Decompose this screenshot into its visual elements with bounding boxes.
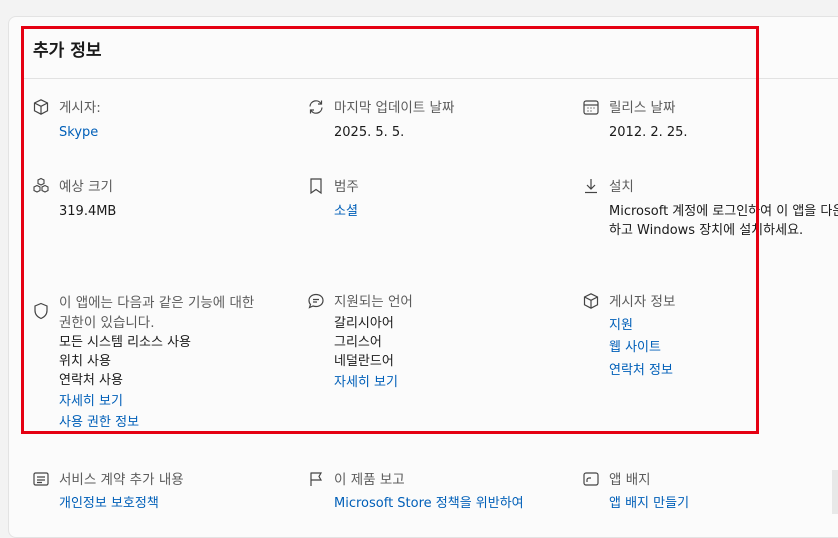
publisher-info-label: 게시자 정보: [609, 294, 676, 310]
permission-value-3: 연락처 사용: [59, 373, 123, 388]
permission-value-2: 위치 사용: [59, 354, 111, 369]
section-title: 추가 정보: [33, 41, 102, 61]
permission-value-1: 모든 시스템 리소스 사용: [59, 335, 191, 350]
release-value: 2012. 2. 25.: [609, 125, 688, 140]
divider: [24, 78, 838, 79]
publisher-label: 게시자:: [59, 100, 101, 116]
permissions-more-link[interactable]: 자세히 보기: [59, 392, 123, 411]
support-link[interactable]: 지원: [609, 316, 633, 335]
flag-icon: [307, 470, 325, 488]
last-update-label: 마지막 업데이트 날짜: [334, 100, 455, 116]
privacy-policy-link[interactable]: 개인정보 보호정책: [59, 494, 159, 513]
website-link[interactable]: 웹 사이트: [609, 338, 661, 357]
additional-info-panel: [8, 16, 838, 538]
package-icon: [32, 98, 50, 116]
calendar-icon: [582, 98, 600, 116]
bookmark-icon: [307, 177, 325, 195]
permissions-label: 이 앱에는 다음과 같은 기능에 대한 권한이 있습니다.: [59, 295, 255, 331]
install-value: Microsoft 계정에 로그인하여 이 앱을 다운로드하고 Windows …: [609, 204, 838, 238]
badge-link[interactable]: 앱 배지 만들기: [609, 494, 689, 513]
download-icon: [582, 177, 600, 195]
languages-label: 지원되는 언어: [334, 294, 413, 310]
last-update-value: 2025. 5. 5.: [334, 125, 405, 140]
release-label: 릴리스 날짜: [609, 100, 676, 116]
badge-icon: [582, 470, 600, 488]
document-icon: [32, 470, 50, 488]
terms-label: 서비스 계약 추가 내용: [59, 472, 184, 488]
scrollbar-track[interactable]: [832, 470, 838, 514]
chat-icon: [307, 292, 325, 310]
contact-info-link[interactable]: 연락처 정보: [609, 361, 673, 380]
category-link[interactable]: 소셜: [334, 202, 358, 221]
refresh-icon: [307, 98, 325, 116]
size-label: 예상 크기: [59, 179, 113, 195]
publisher-link[interactable]: Skype: [59, 123, 98, 142]
report-link[interactable]: Microsoft Store 정책을 위반하여: [334, 494, 524, 513]
report-label: 이 제품 보고: [334, 472, 405, 488]
shield-icon: [32, 302, 50, 320]
cubes-icon: [32, 177, 50, 195]
language-value-3: 네덜란드어: [334, 354, 394, 369]
permissions-info-link[interactable]: 사용 권한 정보: [59, 413, 139, 432]
install-label: 설치: [609, 179, 634, 195]
category-label: 범주: [334, 179, 359, 195]
languages-more-link[interactable]: 자세히 보기: [334, 373, 398, 392]
language-value-1: 갈리시아어: [334, 316, 394, 331]
package-icon: [582, 292, 600, 310]
language-value-2: 그리스어: [334, 335, 382, 350]
size-value: 319.4MB: [59, 204, 117, 219]
badge-label: 앱 배지: [609, 472, 651, 488]
